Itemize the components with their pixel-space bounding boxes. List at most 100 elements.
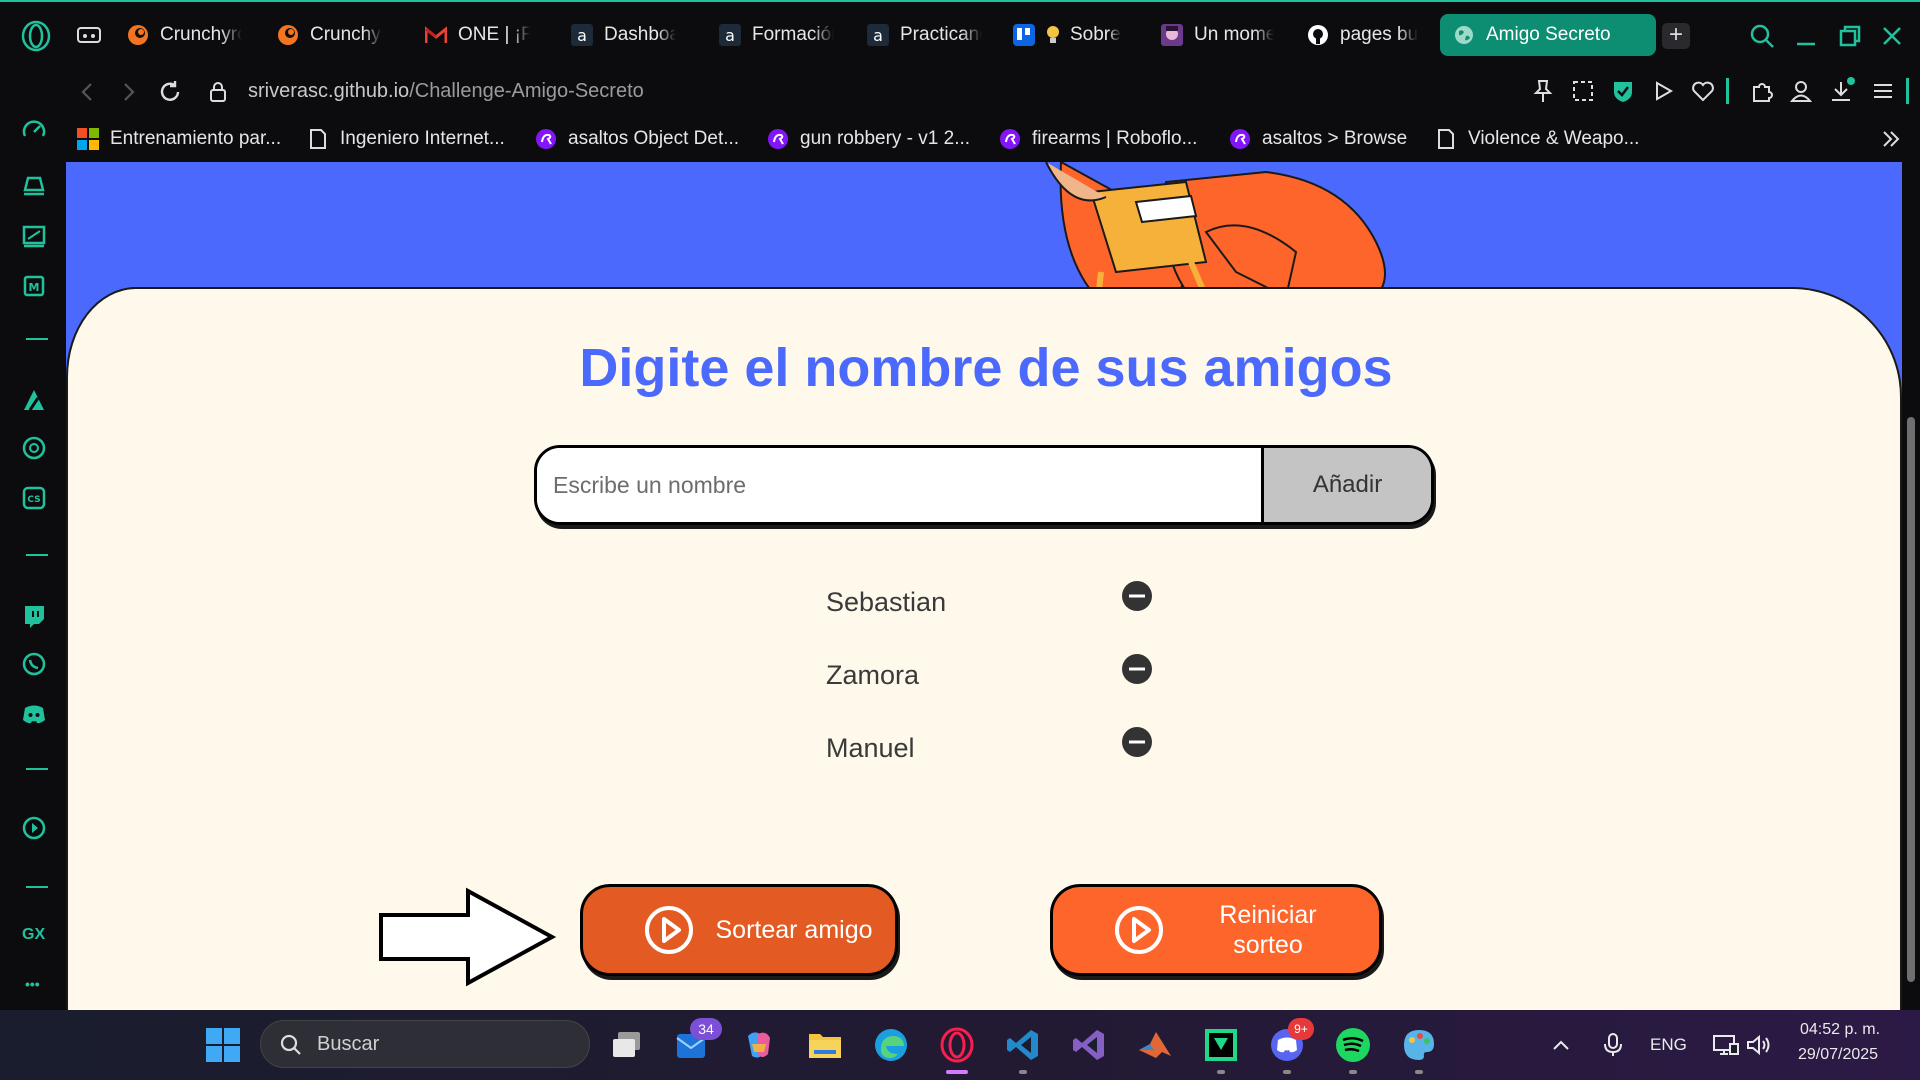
reset-draw-button[interactable]: Reiniciar sorteo [1050,884,1382,976]
toolbar-divider [1726,78,1729,104]
tab-crunchyroll-1[interactable]: Crunchyroll [114,14,254,56]
copilot-icon[interactable] [740,1026,778,1064]
lightbulb-icon [1046,23,1060,47]
tab-bar: Crunchyroll Crunchyroll ONE | ¡Felicidad… [0,0,1920,66]
whatsapp-icon[interactable] [20,650,48,678]
paint-icon[interactable] [1400,1026,1438,1064]
more-options-icon[interactable]: ••• [25,976,40,992]
url-field[interactable]: sriverasc.github.io/Challenge-Amigo-Secr… [248,78,644,104]
new-tab-button[interactable]: + [1662,23,1690,49]
bookmark-item[interactable]: Violence & Weapo... [1434,124,1639,154]
bookmark-item[interactable]: asaltos Object Det... [534,124,739,154]
pycharm-icon[interactable] [1202,1026,1240,1064]
forward-icon[interactable] [114,78,142,106]
gx-control-icon[interactable] [20,172,48,200]
windows-start-icon[interactable] [204,1026,242,1064]
bookmark-label: asaltos > Browse [1262,128,1408,149]
tab-amigo-secreto[interactable]: Amigo Secreto [1440,14,1656,56]
heart-icon[interactable] [1688,76,1718,106]
matlab-icon[interactable] [1136,1026,1174,1064]
draw-friend-button[interactable]: Sortear amigo [580,884,898,976]
tab-label: Amigo Secreto [1486,24,1611,45]
running-app-indicator [1349,1070,1357,1074]
url-host: sriverasc.github.io [248,80,410,102]
lock-icon[interactable] [204,78,232,106]
taskbar-search[interactable]: Buscar [260,1020,590,1068]
restore-icon[interactable] [1834,20,1866,52]
chatgpt-icon[interactable] [20,434,48,462]
workspaces-icon[interactable] [76,25,102,47]
bookmark-item[interactable]: Entrenamiento par... [76,124,281,154]
tab-gmail[interactable]: ONE | ¡Felicidades [412,14,542,56]
easy-setup-icon[interactable] [1868,76,1898,106]
add-button[interactable]: Añadir [1261,448,1431,522]
remove-icon[interactable] [1122,581,1152,611]
tab-dashboard[interactable]: a Dashboard [558,14,688,56]
extensions-icon[interactable] [1746,76,1776,106]
scrollbar-thumb[interactable] [1907,417,1915,982]
gx-label[interactable]: GX [22,926,45,944]
remove-icon[interactable] [1122,727,1152,757]
task-view-icon[interactable] [608,1026,646,1064]
tab-label: pages build [1340,24,1418,45]
sidebar-separator [26,338,48,340]
svg-text:a: a [873,26,883,45]
tab-sobre[interactable]: Sobre [1000,14,1140,56]
sidebar-separator [26,768,48,770]
svg-text:a: a [577,26,587,45]
pin-icon[interactable] [1528,76,1558,106]
snapshot-icon[interactable] [1568,76,1598,106]
file-explorer-icon[interactable] [806,1026,844,1064]
tab-formacion[interactable]: a Formación [706,14,846,56]
download-icon[interactable] [1826,76,1856,106]
opera-gx-logo-icon[interactable] [20,20,52,52]
discord-icon[interactable] [20,700,48,728]
close-icon[interactable] [1876,20,1908,52]
bookmark-item[interactable]: firearms | Roboflo... [998,124,1197,154]
reload-icon[interactable] [156,78,184,106]
bookmark-item[interactable]: asaltos > Browse [1228,124,1407,154]
tab-crunchyroll-2[interactable]: Crunchyroll [264,14,394,56]
address-bar: sriverasc.github.io/Challenge-Amigo-Secr… [0,66,1920,116]
chevron-up-icon[interactable] [1546,1030,1576,1060]
bookmark-item[interactable]: gun robbery - v1 2... [766,124,970,154]
tab-practicando[interactable]: a Practicando [854,14,994,56]
page-scrollbar[interactable] [1902,162,1920,1010]
language-indicator[interactable]: ENG [1650,1035,1687,1055]
bookmark-label: firearms | Roboflo... [1032,128,1198,149]
shield-icon[interactable] [1608,76,1638,106]
alura-icon: a [570,23,594,47]
minimize-icon[interactable] [1790,20,1822,52]
bookmark-item[interactable]: Ingeniero Internet... [306,124,505,154]
network-icon[interactable] [1710,1030,1740,1060]
chevron-double-right-icon[interactable] [1876,124,1906,154]
clock-date[interactable]: 29/07/2025 [1798,1046,1878,1064]
search-tabs-icon[interactable] [1746,20,1778,52]
tab-label: Crunchyroll [160,24,242,45]
clock-time[interactable]: 04:52 p. m. [1800,1021,1880,1039]
tab-label: Dashboard [604,24,676,45]
name-input[interactable] [537,448,1261,522]
visual-studio-icon[interactable] [1070,1026,1108,1064]
volume-icon[interactable] [1744,1030,1774,1060]
tab-un-momento[interactable]: Un momento [1148,14,1286,56]
music-player-icon[interactable]: M [20,272,48,300]
tab-pages-build[interactable]: pages build [1294,14,1430,56]
aria-icon[interactable] [20,386,48,414]
friend-name: Manuel [826,733,915,763]
vscode-icon[interactable] [1004,1026,1042,1064]
opera-gx-taskbar-icon[interactable] [938,1026,976,1064]
twitch-icon[interactable] [20,602,48,630]
remove-icon[interactable] [1122,654,1152,684]
edge-icon[interactable] [872,1026,910,1064]
speed-dial-icon[interactable] [20,116,48,144]
player-icon[interactable] [20,814,48,842]
back-icon[interactable] [74,78,102,106]
microphone-icon[interactable] [1598,1030,1628,1060]
gx-corner-icon[interactable] [20,222,48,250]
svg-text:a: a [725,26,735,45]
play-icon[interactable] [1648,76,1678,106]
chatsonic-icon[interactable]: CS [20,484,48,512]
spotify-icon[interactable] [1334,1026,1372,1064]
profile-icon[interactable] [1786,76,1816,106]
